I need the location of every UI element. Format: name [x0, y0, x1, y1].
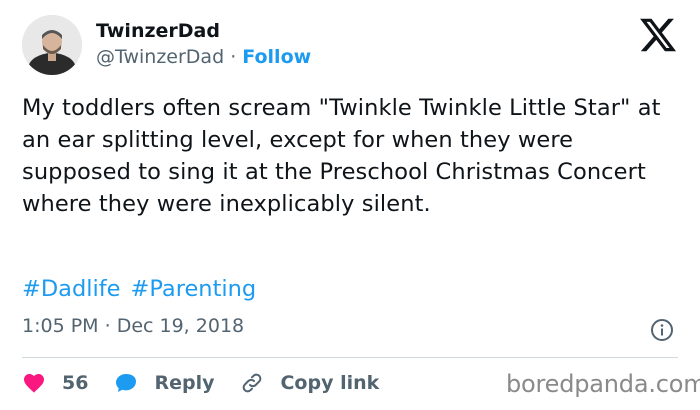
date-separator: · — [104, 315, 111, 337]
watermark: boredpanda.com — [506, 370, 700, 398]
tweet-card: TwinzerDad @TwinzerDad · Follow My toddl… — [0, 0, 700, 410]
hashtag-parenting[interactable]: #Parenting — [131, 276, 257, 302]
heart-icon — [24, 374, 44, 393]
tweet-date: Dec 19, 2018 — [116, 315, 245, 337]
user-handle[interactable]: @TwinzerDad — [96, 46, 224, 68]
timestamp[interactable]: 1:05 PM · Dec 19, 2018 — [22, 315, 244, 337]
display-name[interactable]: TwinzerDad — [96, 20, 220, 42]
like-count: 56 — [62, 372, 89, 394]
comment-icon — [116, 374, 137, 392]
x-logo-icon[interactable] — [638, 15, 678, 55]
like-button[interactable]: 56 — [22, 371, 88, 395]
reply-label: Reply — [154, 372, 215, 394]
tweet-time: 1:05 PM — [22, 315, 99, 337]
follow-button[interactable]: Follow — [242, 46, 311, 68]
avatar[interactable] — [22, 15, 82, 75]
separator: · — [230, 46, 237, 68]
copy-link-label: Copy link — [280, 372, 380, 394]
copy-link-button[interactable]: Copy link — [240, 371, 379, 395]
action-bar: 56 Reply Copy link — [22, 368, 405, 398]
hashtag-dadlife[interactable]: #Dadlife — [22, 276, 121, 302]
info-icon[interactable] — [650, 318, 674, 342]
link-icon — [243, 373, 262, 393]
handle-row: @TwinzerDad · Follow — [96, 46, 311, 68]
hashtags: #Dadlife #Parenting — [22, 276, 266, 302]
reply-button[interactable]: Reply — [114, 371, 214, 395]
tweet-text: My toddlers often scream "Twinkle Twinkl… — [22, 95, 661, 217]
divider — [22, 357, 678, 358]
